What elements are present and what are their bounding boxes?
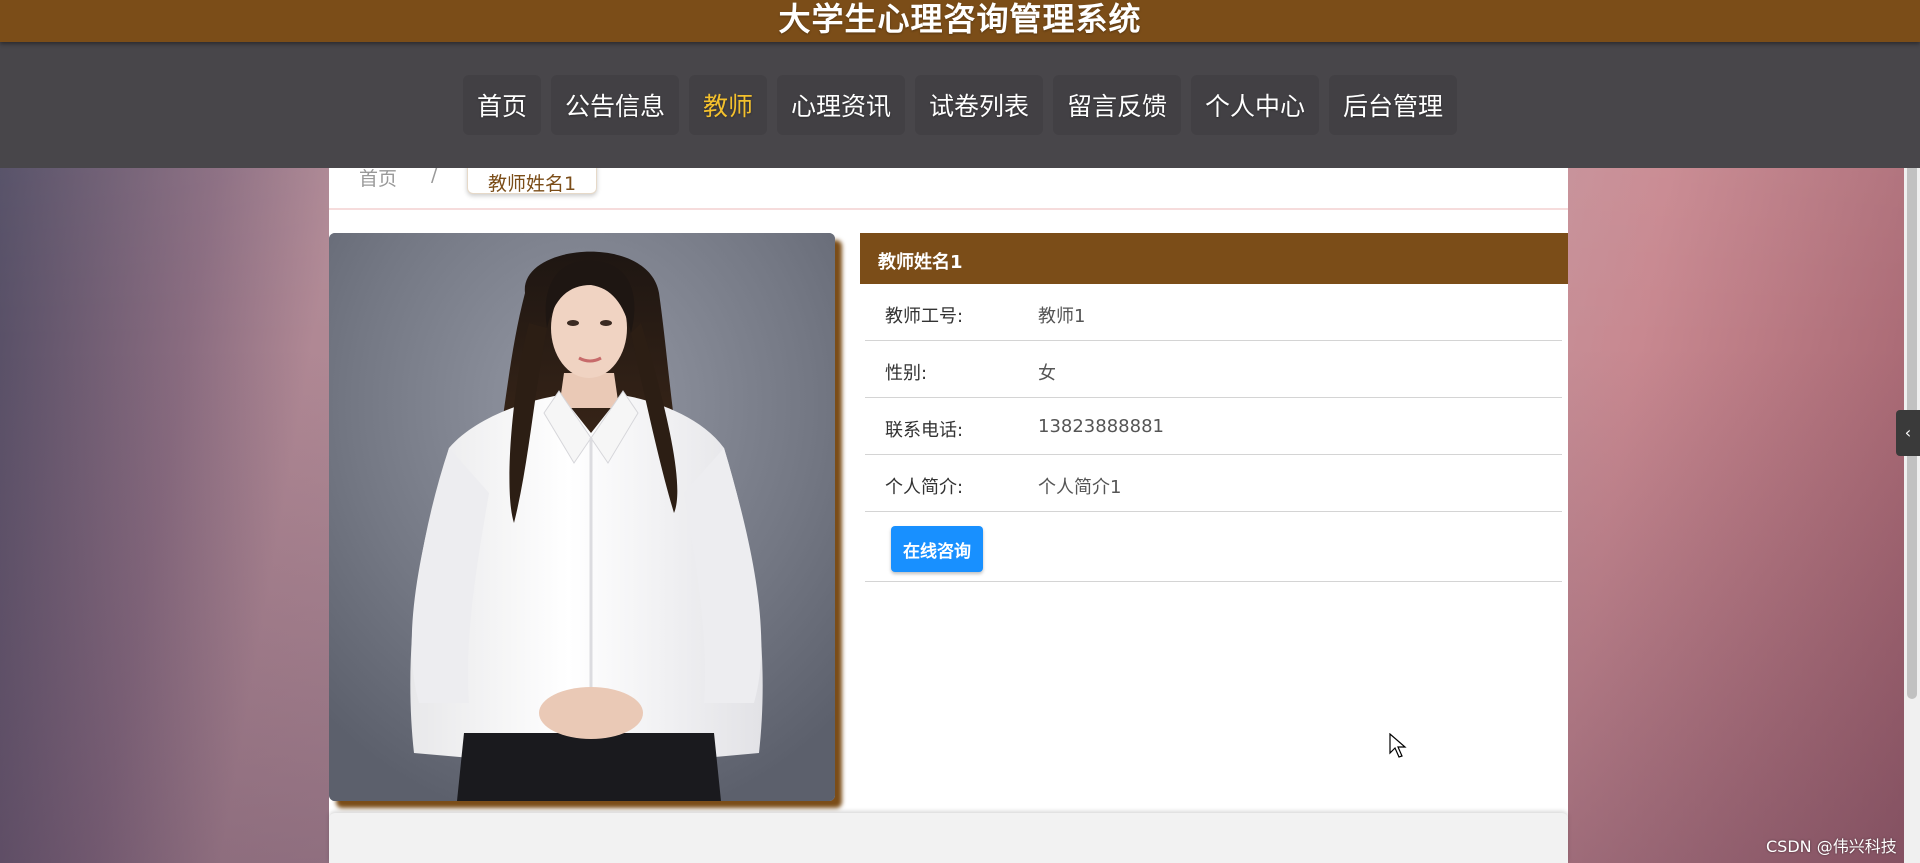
side-toggle-chevron-left-icon[interactable]: ‹ <box>1896 410 1920 456</box>
nav-item-personal-center[interactable]: 个人中心 <box>1191 75 1320 135</box>
footer-strip <box>329 813 1568 863</box>
info-row-gender: 性别: 女 <box>865 341 1562 398</box>
nav-item-feedback[interactable]: 留言反馈 <box>1053 75 1182 135</box>
teacher-name-heading: 教师姓名1 <box>860 233 1568 284</box>
watermark: CSDN @伟兴科技 <box>1766 837 1897 856</box>
nav-item-psych-news[interactable]: 心理资讯 <box>776 75 905 135</box>
title-bar: 大学生心理咨询管理系统 <box>0 0 1920 42</box>
online-consult-button[interactable]: 在线咨询 <box>891 526 983 572</box>
info-label: 个人简介: <box>885 477 964 498</box>
main-nav: 首页 公告信息 教师 心理资讯 试卷列表 留言反馈 个人中心 后台管理 <box>0 42 1920 168</box>
info-value: 13823888881 <box>1038 416 1164 437</box>
info-row-intro: 个人简介: 个人简介1 <box>865 455 1562 512</box>
info-value: 教师1 <box>1038 306 1086 327</box>
breadcrumb-home[interactable]: 首页 <box>359 164 397 191</box>
info-value: 个人简介1 <box>1038 477 1122 498</box>
info-label: 性别: <box>885 363 928 384</box>
breadcrumb: 首页 / 教师姓名1 <box>329 152 1568 210</box>
mouse-cursor-icon <box>1389 733 1407 758</box>
site-title: 大学生心理咨询管理系统 <box>778 0 1142 38</box>
nav-item-admin[interactable]: 后台管理 <box>1329 75 1458 135</box>
nav-item-teachers[interactable]: 教师 <box>688 75 767 135</box>
info-value: 女 <box>1038 363 1056 384</box>
info-row-phone: 联系电话: 13823888881 <box>865 398 1562 455</box>
info-label: 联系电话: <box>885 420 964 441</box>
teacher-portrait-image <box>329 233 835 801</box>
info-row-teacher-id: 教师工号: 教师1 <box>865 284 1562 341</box>
main-content: 首页 / 教师姓名1 教师姓名1 教师工号: 教师1 性别: 女 联系电话: 1… <box>329 152 1568 818</box>
action-row: 在线咨询 <box>865 512 1562 582</box>
teacher-photo <box>329 233 835 801</box>
nav-item-announcements[interactable]: 公告信息 <box>550 75 679 135</box>
teacher-info-panel: 教师姓名1 教师工号: 教师1 性别: 女 联系电话: 13823888881 … <box>860 233 1568 593</box>
nav-item-home[interactable]: 首页 <box>462 75 541 135</box>
nav-item-exam-list[interactable]: 试卷列表 <box>915 75 1044 135</box>
info-label: 教师工号: <box>885 306 964 327</box>
